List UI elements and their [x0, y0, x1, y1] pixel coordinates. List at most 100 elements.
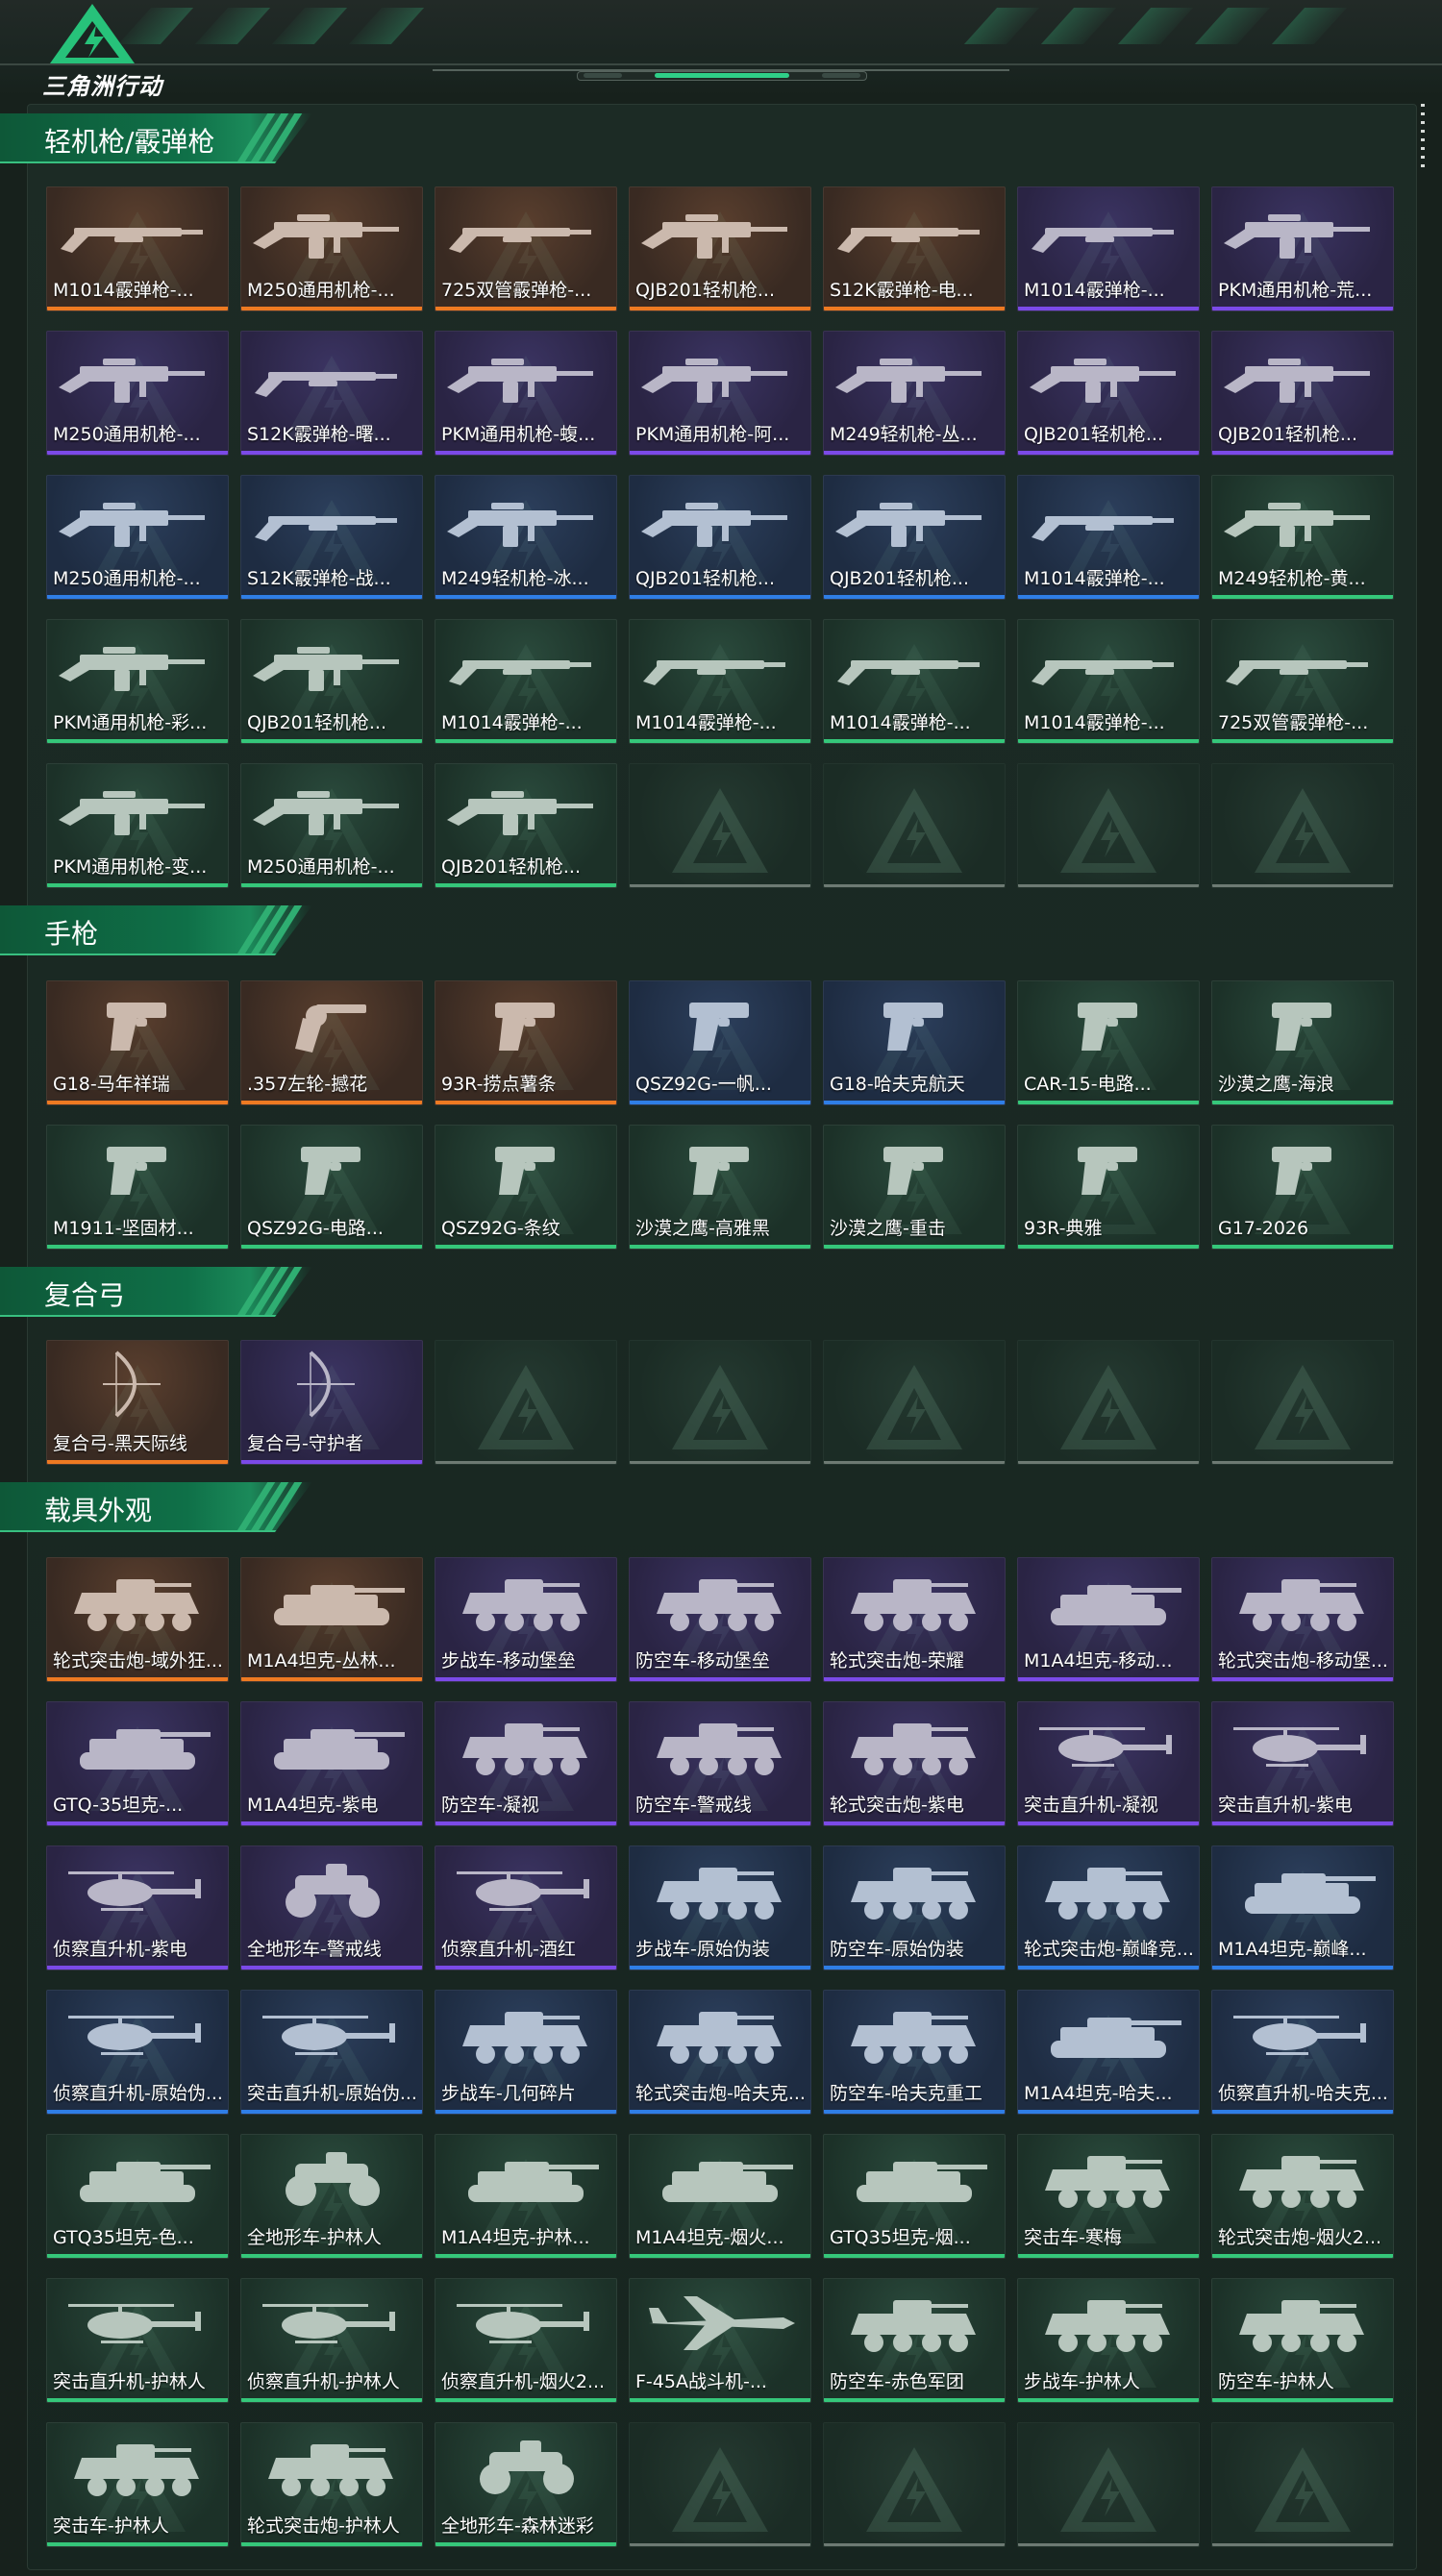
- skin-card[interactable]: 轮式突击炮-移动堡...: [1211, 1557, 1394, 1682]
- skin-card[interactable]: M1014霰弹枪-...: [1017, 619, 1200, 744]
- skin-card[interactable]: M1A4坦克-丛林...: [240, 1557, 423, 1682]
- skin-card[interactable]: 步战车-移动堡垒: [435, 1557, 617, 1682]
- skin-card[interactable]: M1014霰弹枪-...: [1017, 475, 1200, 600]
- skin-card[interactable]: M249轻机枪-冰...: [435, 475, 617, 600]
- skin-card[interactable]: 725双管霰弹枪-...: [1211, 619, 1394, 744]
- skin-card[interactable]: 侦察直升机-护林人: [240, 2278, 423, 2403]
- skin-card[interactable]: 侦察直升机-烟火2...: [435, 2278, 617, 2403]
- rarity-bar: [1018, 1677, 1199, 1681]
- skin-card[interactable]: 轮式突击炮-哈夫克...: [629, 1990, 811, 2115]
- skin-card[interactable]: M250通用机枪-...: [240, 763, 423, 888]
- skin-card[interactable]: QSZ92G-条纹: [435, 1125, 617, 1250]
- skin-card[interactable]: 沙漠之鹰-高雅黑: [629, 1125, 811, 1250]
- skin-card[interactable]: QJB201轻机枪...: [629, 475, 811, 600]
- skin-card[interactable]: M1A4坦克-烟火...: [629, 2134, 811, 2259]
- skin-card[interactable]: 突击直升机-原始伪...: [240, 1990, 423, 2115]
- rarity-bar: [1212, 1461, 1393, 1464]
- skin-card[interactable]: QSZ92G-电路...: [240, 1125, 423, 1250]
- skin-card[interactable]: M250通用机枪-...: [46, 331, 229, 456]
- skin-card[interactable]: PKM通用机枪-变...: [46, 763, 229, 888]
- skin-card[interactable]: 防空车-凝视: [435, 1701, 617, 1826]
- skin-card[interactable]: 防空车-警戒线: [629, 1701, 811, 1826]
- skin-card[interactable]: 轮式突击炮-护林人: [240, 2422, 423, 2547]
- skin-card[interactable]: 突击直升机-凝视: [1017, 1701, 1200, 1826]
- skin-card[interactable]: S12K霰弹枪-战...: [240, 475, 423, 600]
- skin-card[interactable]: 步战车-原始伪装: [629, 1845, 811, 1970]
- skin-card[interactable]: M1A4坦克-移动...: [1017, 1557, 1200, 1682]
- skin-card[interactable]: M1014霰弹枪-...: [435, 619, 617, 744]
- skin-card[interactable]: M1014霰弹枪-...: [1017, 186, 1200, 311]
- skin-card[interactable]: QJB201轻机枪...: [629, 186, 811, 311]
- skin-card[interactable]: M1911-坚固材...: [46, 1125, 229, 1250]
- skin-card[interactable]: G18-哈夫克航天: [823, 980, 1006, 1105]
- skin-card[interactable]: 突击直升机-护林人: [46, 2278, 229, 2403]
- skin-card[interactable]: 突击车-寒梅: [1017, 2134, 1200, 2259]
- skin-card[interactable]: GTQ-35坦克-...: [46, 1701, 229, 1826]
- skin-card[interactable]: 轮式突击炮-巅峰竞...: [1017, 1845, 1200, 1970]
- skin-card[interactable]: 轮式突击炮-域外狂...: [46, 1557, 229, 1682]
- skin-card[interactable]: 侦察直升机-哈夫克...: [1211, 1990, 1394, 2115]
- skin-card[interactable]: G17-2026: [1211, 1125, 1394, 1250]
- skin-card[interactable]: .357左轮-撼花: [240, 980, 423, 1105]
- skin-card[interactable]: QJB201轻机枪...: [1211, 331, 1394, 456]
- skin-card[interactable]: 步战车-几何碎片: [435, 1990, 617, 2115]
- rarity-bar: [1018, 307, 1199, 310]
- skin-card[interactable]: M1014霰弹枪-...: [46, 186, 229, 311]
- skin-card[interactable]: GTQ35坦克-色...: [46, 2134, 229, 2259]
- skin-card[interactable]: S12K霰弹枪-曙...: [240, 331, 423, 456]
- skin-card[interactable]: 复合弓-黑天际线: [46, 1340, 229, 1465]
- skin-card[interactable]: M250通用机枪-...: [46, 475, 229, 600]
- skin-card[interactable]: QSZ92G-一帆...: [629, 980, 811, 1105]
- skin-card[interactable]: 防空车-移动堡垒: [629, 1557, 811, 1682]
- skin-card[interactable]: 全地形车-护林人: [240, 2134, 423, 2259]
- skin-card[interactable]: M1A4坦克-巅峰...: [1211, 1845, 1394, 1970]
- skin-card[interactable]: 防空车-赤色军团: [823, 2278, 1006, 2403]
- rarity-bar: [824, 1966, 1005, 1969]
- skin-card[interactable]: 侦察直升机-酒红: [435, 1845, 617, 1970]
- skin-card[interactable]: 93R-捞点薯条: [435, 980, 617, 1105]
- skin-card[interactable]: 沙漠之鹰-重击: [823, 1125, 1006, 1250]
- skin-card[interactable]: F-45A战斗机-...: [629, 2278, 811, 2403]
- skin-card[interactable]: M1014霰弹枪-...: [629, 619, 811, 744]
- skin-card[interactable]: CAR-15-电路...: [1017, 980, 1200, 1105]
- skin-card[interactable]: M249轻机枪-黄...: [1211, 475, 1394, 600]
- skin-card[interactable]: 轮式突击炮-烟火2...: [1211, 2134, 1394, 2259]
- skin-card[interactable]: GTQ35坦克-烟...: [823, 2134, 1006, 2259]
- scrollbar[interactable]: [1421, 104, 1425, 171]
- skin-card[interactable]: M1A4坦克-护林...: [435, 2134, 617, 2259]
- skin-card[interactable]: PKM通用机枪-荒...: [1211, 186, 1394, 311]
- skin-card[interactable]: 全地形车-警戒线: [240, 1845, 423, 1970]
- skin-card[interactable]: 沙漠之鹰-海浪: [1211, 980, 1394, 1105]
- skin-card[interactable]: 防空车-哈夫克重工: [823, 1990, 1006, 2115]
- skin-card[interactable]: QJB201轻机枪...: [435, 763, 617, 888]
- skin-card[interactable]: M250通用机枪-...: [240, 186, 423, 311]
- skin-card[interactable]: 防空车-原始伪装: [823, 1845, 1006, 1970]
- skin-card[interactable]: M1014霰弹枪-...: [823, 619, 1006, 744]
- skin-card[interactable]: 步战车-护林人: [1017, 2278, 1200, 2403]
- skin-card[interactable]: 725双管霰弹枪-...: [435, 186, 617, 311]
- skin-name: PKM通用机枪-阿...: [635, 424, 790, 445]
- rarity-bar: [824, 2543, 1005, 2546]
- skin-card[interactable]: 轮式突击炮-紫电: [823, 1701, 1006, 1826]
- skin-card[interactable]: 突击直升机-紫电: [1211, 1701, 1394, 1826]
- skin-card[interactable]: 突击车-护林人: [46, 2422, 229, 2547]
- skin-card[interactable]: M1A4坦克-哈夫...: [1017, 1990, 1200, 2115]
- skin-card[interactable]: 93R-典雅: [1017, 1125, 1200, 1250]
- skin-card[interactable]: S12K霰弹枪-电...: [823, 186, 1006, 311]
- skin-card[interactable]: 轮式突击炮-荣耀: [823, 1557, 1006, 1682]
- skin-card[interactable]: G18-马年祥瑞: [46, 980, 229, 1105]
- skin-card[interactable]: QJB201轻机枪...: [240, 619, 423, 744]
- rarity-bar: [630, 1461, 810, 1464]
- skin-card[interactable]: QJB201轻机枪...: [1017, 331, 1200, 456]
- skin-card[interactable]: M1A4坦克-紫电: [240, 1701, 423, 1826]
- skin-card[interactable]: 侦察直升机-紫电: [46, 1845, 229, 1970]
- skin-card[interactable]: M249轻机枪-丛...: [823, 331, 1006, 456]
- skin-card[interactable]: QJB201轻机枪...: [823, 475, 1006, 600]
- skin-card[interactable]: 防空车-护林人: [1211, 2278, 1394, 2403]
- skin-card[interactable]: PKM通用机枪-彩...: [46, 619, 229, 744]
- skin-card[interactable]: 复合弓-守护者: [240, 1340, 423, 1465]
- skin-card[interactable]: 侦察直升机-原始伪...: [46, 1990, 229, 2115]
- skin-card[interactable]: 全地形车-森林迷彩: [435, 2422, 617, 2547]
- skin-card[interactable]: PKM通用机枪-蝮...: [435, 331, 617, 456]
- skin-card[interactable]: PKM通用机枪-阿...: [629, 331, 811, 456]
